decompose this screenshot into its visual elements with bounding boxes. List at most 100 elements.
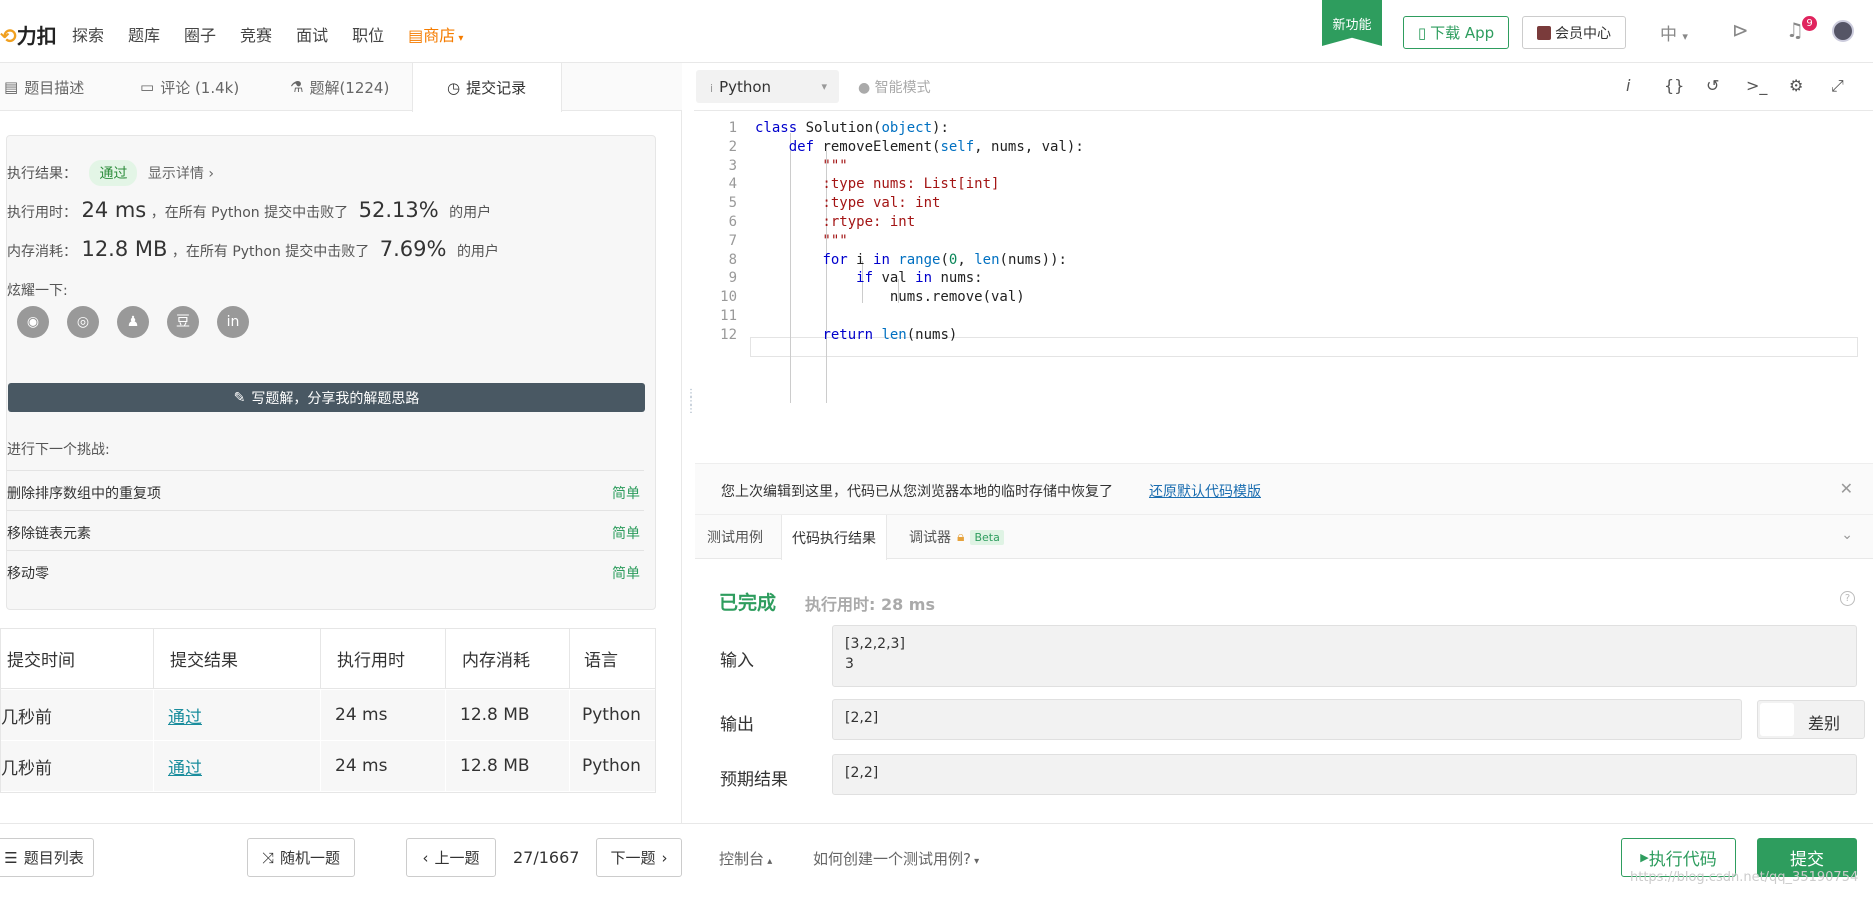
code-line: nums.remove(val) (755, 289, 1025, 306)
runtime-users: 的用户 (449, 205, 492, 221)
language-switch[interactable]: 中 ▾ (1660, 20, 1688, 45)
next-problem-button[interactable]: 下一题 › (596, 838, 682, 877)
random-problem-button[interactable]: ⤨ 随机一题 (247, 838, 355, 877)
nav-item-jobs[interactable]: 职位 (352, 22, 384, 46)
tab-description[interactable]: ▤ 题目描述 (0, 63, 110, 111)
nav-item-circle[interactable]: 圈子 (184, 22, 216, 46)
tab-testcase[interactable]: 测试用例 (707, 515, 763, 559)
prev-problem-button[interactable]: ‹ 上一题 (406, 838, 496, 877)
nav-item-contest[interactable]: 竞赛 (240, 22, 272, 46)
language-select[interactable]: i Python ▾ (696, 70, 839, 103)
linkedin-icon[interactable]: in (217, 306, 249, 338)
next-challenge-item[interactable]: 删除排序数组中的重复项 简单 (7, 470, 644, 510)
next-challenge-title: 移除链表元素 (7, 526, 91, 542)
fullscreen-icon[interactable]: ⤢ (1831, 76, 1844, 96)
weibo-icon[interactable]: ◎ (67, 306, 99, 338)
next-challenge-item[interactable]: 移除链表元素 简单 (7, 510, 644, 550)
console-toggle[interactable]: 控制台 ▴ (719, 848, 772, 869)
nav-item-explore[interactable]: 探索 (72, 22, 104, 46)
problem-list-button[interactable]: ☰ 题目列表 (0, 838, 94, 877)
write-solution-label: 写题解，分享我的解题思路 (251, 390, 420, 407)
line-number: 3 (728, 157, 737, 174)
submission-memory: 12.8 MB (446, 741, 570, 791)
restore-text: 您上次编辑到这里，代码已从您浏览器本地的临时存储中恢复了 (721, 484, 1113, 500)
language-select-value: Python (719, 78, 772, 96)
line-number: 8 (728, 251, 737, 268)
info-icon[interactable]: i (1626, 76, 1630, 95)
settings-icon[interactable]: ⚙ (1789, 76, 1803, 95)
column-header: 语言 (584, 651, 618, 671)
chevron-left-icon: ‹ (422, 848, 429, 867)
pencil-icon: ✎ (233, 389, 246, 406)
restore-default-link[interactable]: 还原默认代码模版 (1149, 481, 1261, 501)
logo[interactable]: ⟲力扣 (0, 20, 57, 49)
braces-icon[interactable]: {} (1664, 76, 1684, 95)
tab-comments[interactable]: ▭ 评论 (1.4k) (140, 63, 280, 111)
terminal-icon[interactable]: >_ (1746, 76, 1767, 95)
editor-toolbar: i Python ▾ ● 智能模式 i {} ↺ >_ ⚙ ⤢ (694, 63, 1873, 111)
vip-center-button[interactable]: 会员中心 (1522, 16, 1626, 49)
watermark: https://blog.csdn.net/qq_35190754 (1630, 870, 1859, 885)
tab-submissions-label: 提交记录 (466, 79, 527, 97)
write-solution-button[interactable]: ✎ 写题解，分享我的解题思路 (8, 383, 645, 412)
description-icon: ▤ (4, 78, 19, 96)
nav-menu: 探索 题库 圈子 竞赛 面试 职位 ▤商店 ▾ (72, 22, 463, 46)
playground-icon[interactable]: ⊳ (1732, 18, 1749, 42)
howto-testcase-link[interactable]: 如何创建一个测试用例? ▾ (813, 848, 979, 869)
submission-time: 几秒前 (1, 690, 154, 740)
runtime-value: 24 ms (81, 198, 147, 222)
restore-notice: 您上次编辑到这里，代码已从您浏览器本地的临时存储中恢复了 还原默认代码模版 ✕ (695, 463, 1873, 515)
expected-box: [2,2] (832, 754, 1857, 795)
submission-result-link[interactable]: 通过 (154, 690, 321, 740)
nav-item-problems[interactable]: 题库 (128, 22, 160, 46)
difficulty-badge: 简单 (612, 526, 640, 542)
pane-divider[interactable] (681, 111, 682, 823)
share-label: 炫耀一下: (7, 283, 68, 299)
tab-solutions[interactable]: ⚗ 题解(1224) (290, 63, 410, 111)
input-line: [3,2,2,3] (845, 636, 905, 652)
table-row[interactable]: 几秒前 通过 24 ms 12.8 MB Python (1, 741, 655, 792)
shop-icon: ▤ (408, 26, 424, 45)
submission-result-link[interactable]: 通过 (154, 741, 321, 791)
wechat-icon[interactable]: ◉ (17, 306, 49, 338)
avatar[interactable] (1832, 20, 1854, 42)
code-line: if val in nums: (856, 270, 983, 287)
show-details-link[interactable]: 显示详情 › (148, 166, 214, 182)
next-challenge-title: 移动零 (7, 566, 49, 582)
run-status: 已完成 (719, 592, 777, 614)
next-challenge-title: 删除排序数组中的重复项 (7, 486, 161, 502)
qq-icon[interactable]: ♟ (117, 306, 149, 338)
tab-run-result[interactable]: 代码执行结果 (781, 515, 887, 560)
close-icon[interactable]: ✕ (1840, 479, 1853, 498)
next-challenge-item[interactable]: 移动零 简单 (7, 550, 644, 590)
tab-debugger[interactable]: 调试器 🔒︎ Beta (909, 515, 1004, 559)
column-header: 提交时间 (1, 629, 154, 688)
douban-icon[interactable]: 豆 (167, 306, 199, 338)
code-editor[interactable]: 1 class Solution(object): 2 def removeElem… (695, 111, 1873, 463)
clock-icon: ◷ (447, 78, 461, 97)
difficulty-badge: 简单 (612, 566, 640, 582)
left-tabs: ▤ 题目描述 ▭ 评论 (1.4k) ⚗ 题解(1224) ◷ 提交记录 (0, 63, 682, 112)
nav-item-shop[interactable]: ▤商店 ▾ (408, 22, 463, 46)
download-app-button[interactable]: ▯ 下载 App (1403, 16, 1509, 49)
smart-mode-toggle[interactable]: ● 智能模式 (858, 77, 931, 97)
chevron-down-icon[interactable]: ⌄ (1841, 527, 1853, 543)
tab-submissions[interactable]: ◷ 提交记录 (412, 63, 562, 112)
result-row: 执行结果： 通过 显示详情 › (7, 160, 214, 186)
table-header: 提交时间 提交结果 执行用时 内存消耗 语言 (1, 629, 655, 689)
line-number: 12 (720, 326, 737, 343)
problem-list-label: 题目列表 (23, 849, 84, 867)
tab-debugger-label: 调试器 (909, 530, 951, 546)
column-header: 提交结果 (154, 629, 321, 688)
play-icon: ▶ (1640, 851, 1649, 864)
nav-item-interview[interactable]: 面试 (296, 22, 328, 46)
submission-language: Python (582, 705, 641, 725)
table-row[interactable]: 几秒前 通过 24 ms 12.8 MB Python (1, 690, 655, 741)
submission-runtime: 24 ms (321, 741, 446, 791)
smart-mode-label: 智能模式 (874, 80, 931, 96)
new-feature-ribbon[interactable]: 新功能 (1322, 0, 1382, 46)
reset-icon[interactable]: ↺ (1706, 76, 1719, 95)
help-icon[interactable]: ? (1840, 591, 1855, 606)
diff-toggle[interactable]: 差别 (1757, 700, 1865, 739)
caret-down-icon: ▾ (455, 33, 464, 44)
